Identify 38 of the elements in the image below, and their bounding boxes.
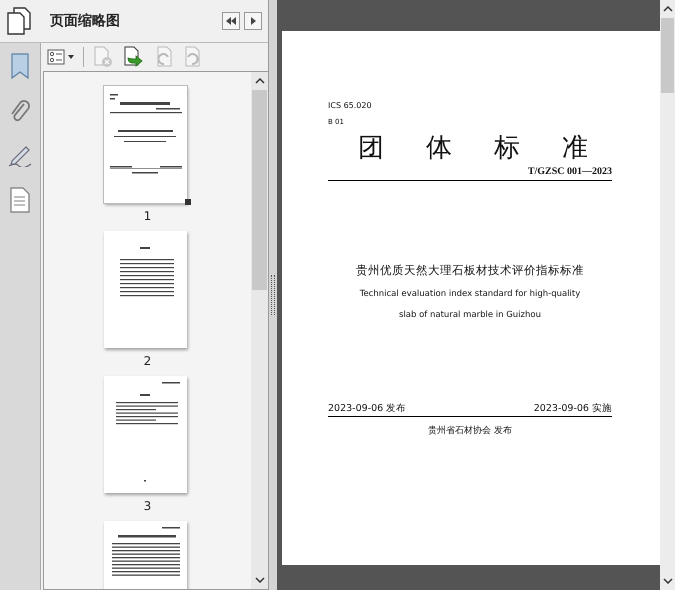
expand-button[interactable] <box>244 12 262 30</box>
issue-date: 2023-09-06 发布 <box>328 402 406 415</box>
scroll-thumb[interactable] <box>661 18 674 93</box>
scroll-up-icon[interactable] <box>662 6 672 12</box>
scroll-up-icon[interactable] <box>254 78 264 84</box>
title-chinese: 贵州优质天然大理石板材技术评价指标标准 <box>355 263 585 278</box>
page-number: 2 <box>144 354 152 368</box>
page-thumbnail[interactable] <box>104 86 187 203</box>
insert-page-button[interactable] <box>122 46 144 68</box>
scroll-down-icon[interactable] <box>662 578 672 584</box>
page-number: 3 <box>144 499 152 513</box>
title-english: Technical evaluation index standard for high-quality <box>358 289 582 299</box>
pen-icon[interactable] <box>8 145 32 167</box>
double-left-arrow-icon <box>225 16 237 26</box>
page-thumbnail[interactable] <box>104 231 187 348</box>
heading-character: 标 <box>494 132 520 164</box>
page-thumbnail[interactable] <box>104 376 187 493</box>
options-button[interactable] <box>47 49 75 65</box>
pages-icon <box>6 7 32 35</box>
splitter[interactable] <box>268 0 278 590</box>
scroll-thumb[interactable] <box>252 90 267 290</box>
page-number: 1 <box>144 209 152 223</box>
collapse-button[interactable] <box>222 12 240 30</box>
page-icon[interactable] <box>10 187 30 213</box>
ics-code: ICS 65.020 <box>328 101 373 110</box>
heading-character: 团 <box>358 132 384 164</box>
heading-character: 准 <box>562 132 588 164</box>
bookmark-icon[interactable] <box>11 53 29 79</box>
scrollbar[interactable] <box>660 0 675 590</box>
title-english: slab of natural marble in Guizhou <box>398 310 542 320</box>
effective-date: 2023-09-06 实施 <box>534 402 612 415</box>
resize-handle[interactable] <box>185 199 191 205</box>
panel-title: 页面缩略图 <box>50 12 121 30</box>
standard-number: T/GZSC 001—2023 <box>328 166 612 181</box>
publisher: 贵州省石材协会 发布 <box>427 424 513 437</box>
scroll-down-icon[interactable] <box>254 577 264 583</box>
scrollbar[interactable] <box>251 72 268 589</box>
heading-character: 体 <box>426 132 452 164</box>
